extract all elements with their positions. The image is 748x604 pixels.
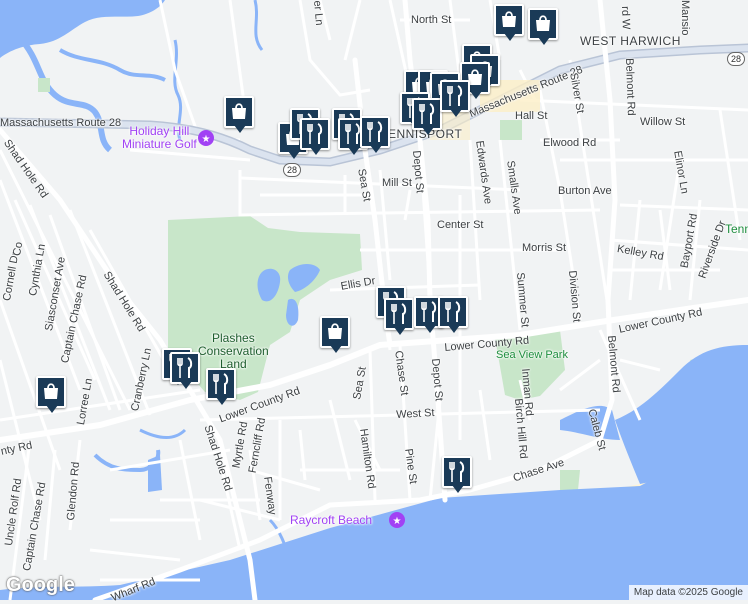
marker-tip	[450, 109, 462, 117]
restaurant-marker[interactable]	[300, 118, 330, 158]
label-er-ln: er Ln	[311, 0, 326, 26]
marker-tip	[46, 405, 58, 413]
label-mill-st: Mill St	[382, 177, 412, 189]
restaurant-marker[interactable]	[438, 296, 468, 336]
pond-water-3	[286, 298, 299, 326]
restaurant-marker[interactable]	[206, 368, 236, 408]
label-mass-route-28-left: Massachusetts Route 28	[0, 117, 122, 129]
route-28-shield: 28	[283, 163, 302, 177]
shopping-marker[interactable]	[36, 376, 66, 416]
map-attribution[interactable]: Map data ©2025 Google	[628, 585, 748, 600]
label-burton-ave: Burton Ave	[558, 185, 612, 197]
marker-tip	[452, 485, 464, 493]
label-depot-st-upper: Depot St	[410, 149, 426, 194]
marker-tip	[394, 327, 406, 335]
restaurant-marker[interactable]	[170, 352, 200, 392]
marker-tip	[448, 325, 460, 333]
label-tennis: Tenn	[725, 222, 748, 236]
svg-text:★: ★	[202, 134, 211, 145]
green-patch	[38, 78, 50, 92]
label-belmont-rd-upper: Belmont Rd	[623, 57, 638, 116]
restaurant-marker[interactable]	[440, 80, 470, 120]
marker-tip	[370, 145, 382, 153]
marker-tip	[330, 345, 342, 353]
marker-tip	[348, 147, 360, 155]
restaurant-marker[interactable]	[412, 98, 442, 138]
label-west-st: West St	[395, 406, 435, 421]
marker-tip	[538, 37, 550, 45]
shopping-marker[interactable]	[528, 8, 558, 48]
marker-tip	[424, 325, 436, 333]
label-willow-st: Willow St	[640, 116, 686, 128]
marker-tip	[288, 151, 300, 159]
label-rd-w: rd W	[619, 5, 632, 30]
restaurant-marker[interactable]	[360, 116, 390, 156]
label-west-harwich: WEST HARWICH	[580, 34, 681, 48]
label-hall-st: Hall St	[515, 110, 548, 122]
marker-tip	[216, 397, 228, 405]
restaurant-marker[interactable]	[442, 456, 472, 496]
label-raycroft-beach: Raycroft Beach	[290, 513, 373, 527]
restaurant-marker[interactable]	[384, 298, 414, 338]
label-depot-st-lower: Depot St	[429, 357, 445, 402]
marker-tip	[470, 91, 482, 99]
label-plashes: Plashes Conservation Land	[198, 331, 269, 372]
marker-tip	[180, 381, 192, 389]
label-elwood-rd: Elwood Rd	[543, 137, 597, 149]
route-28-shield-east: 28	[727, 52, 746, 66]
label-sea-view-park: Sea View Park	[496, 349, 568, 361]
google-logo: Google	[6, 574, 75, 596]
marker-tip	[504, 33, 516, 41]
label-mansion: Mansio	[679, 0, 691, 36]
label-center-st: Center St	[437, 219, 484, 231]
label-holiday-hill: Holiday Hill Miniature Golf	[122, 124, 197, 152]
marker-tip	[310, 147, 322, 155]
shopping-marker[interactable]	[320, 316, 350, 356]
shopping-marker[interactable]	[224, 96, 254, 136]
label-morris-st: Morris St	[522, 242, 566, 254]
svg-text:★: ★	[393, 516, 402, 527]
shopping-marker[interactable]	[494, 4, 524, 44]
label-north-st: North St	[411, 14, 452, 26]
marker-tip	[422, 127, 434, 135]
marker-tip	[234, 125, 246, 133]
